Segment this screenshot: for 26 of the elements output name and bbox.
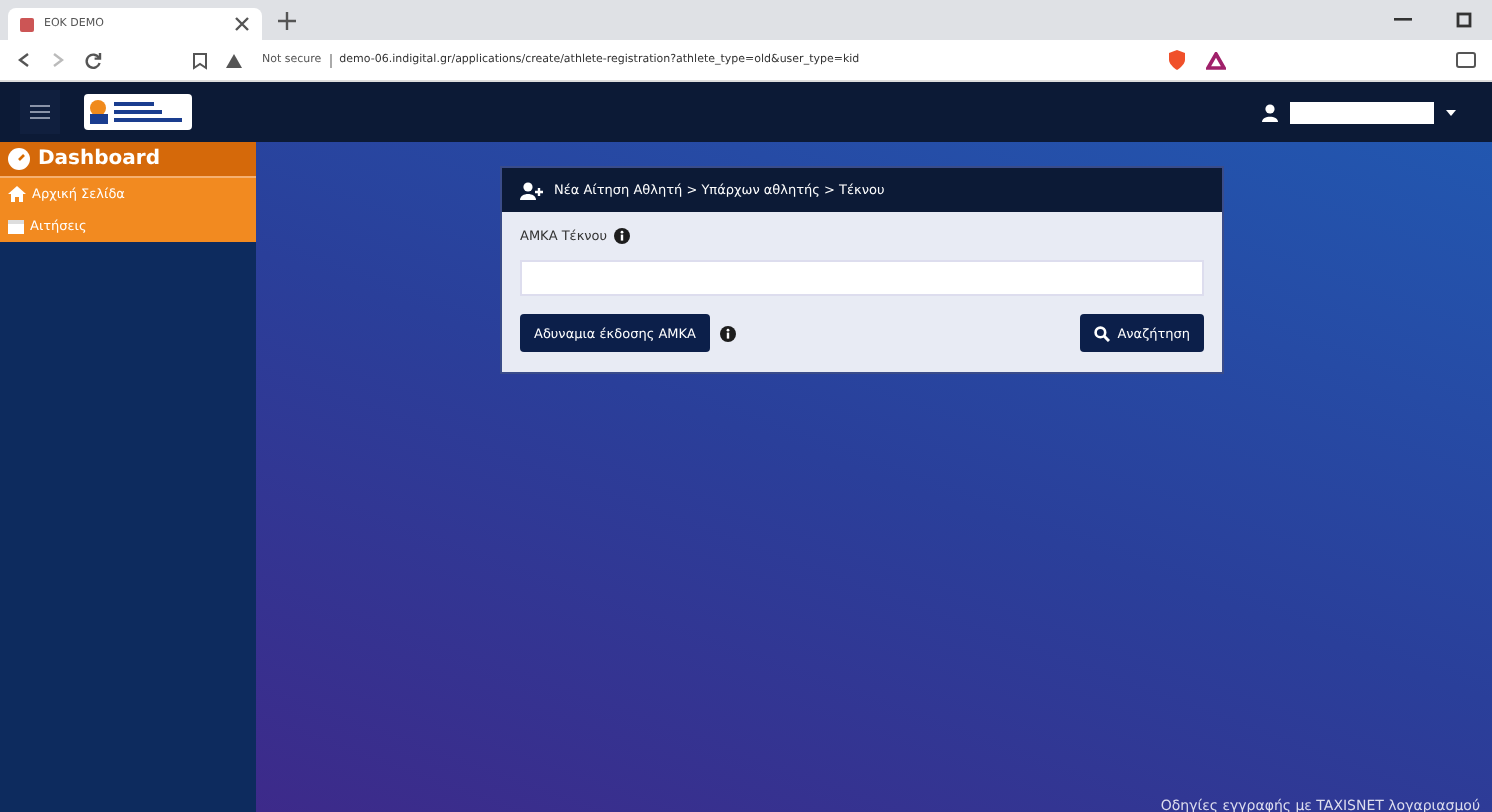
input-field[interactable] — [520, 260, 1204, 296]
info-icon[interactable] — [719, 325, 736, 341]
dashboard-icon — [8, 148, 30, 170]
user-icon — [1262, 103, 1278, 121]
reload-icon[interactable] — [84, 51, 102, 69]
sidebar-icon[interactable] — [1456, 52, 1476, 68]
shield-icon[interactable] — [1168, 50, 1186, 70]
triangle-icon[interactable] — [1206, 51, 1226, 69]
new-tab-icon[interactable] — [278, 11, 296, 29]
caret-icon[interactable] — [1446, 109, 1456, 115]
home-icon — [8, 186, 26, 202]
info-icon[interactable] — [613, 228, 630, 244]
back-icon[interactable] — [16, 52, 32, 68]
warning-icon — [226, 53, 242, 67]
close-icon[interactable] — [234, 16, 250, 32]
sidebar-header[interactable]: Dashboard — [0, 142, 256, 178]
minimize-icon[interactable] — [1394, 18, 1412, 22]
bookmark-icon[interactable] — [192, 51, 208, 69]
logo-icon[interactable] — [84, 94, 192, 130]
user-name-block[interactable] — [1290, 101, 1434, 123]
add-user-icon — [520, 181, 544, 199]
restore-icon[interactable] — [1456, 12, 1472, 28]
menu-icon[interactable] — [20, 90, 60, 134]
list-icon — [8, 219, 24, 233]
favicon-icon — [20, 17, 34, 31]
search-icon — [1093, 325, 1110, 341]
